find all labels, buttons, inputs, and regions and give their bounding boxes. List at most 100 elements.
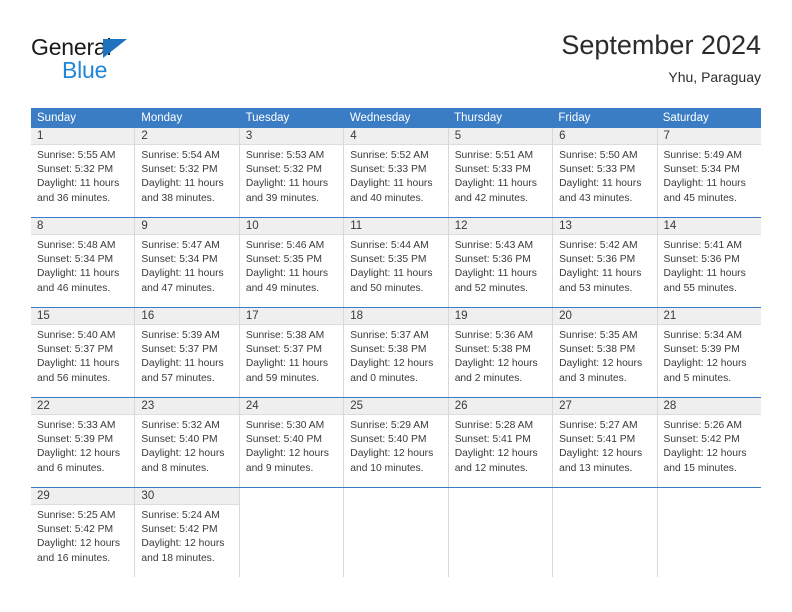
day-details: Sunrise: 5:50 AM Sunset: 5:33 PM Daylight:… xyxy=(553,145,656,206)
calendar-day-cell[interactable]: 29 Sunrise: 5:25 AM Sunset: 5:42 PM Dayligh… xyxy=(31,488,136,577)
day-number: 11 xyxy=(350,220,363,232)
calendar-week-cells: 29 Sunrise: 5:25 AM Sunset: 5:42 PM Dayligh… xyxy=(31,488,761,577)
sunset-text: Sunset: 5:33 PM xyxy=(559,164,636,176)
daylight-text-line2: and 39 minutes. xyxy=(245,192,320,204)
calendar-day-cell[interactable]: 12 Sunrise: 5:43 AM Sunset: 5:36 PM Dayligh… xyxy=(448,218,554,307)
calendar-week-row: 15 Sunrise: 5:40 AM Sunset: 5:37 PM Dayligh… xyxy=(31,307,761,397)
title-block: September 2024 Yhu, Paraguay xyxy=(561,28,761,87)
calendar-day-cell[interactable]: 23 Sunrise: 5:32 AM Sunset: 5:40 PM Dayligh… xyxy=(135,398,240,487)
calendar-day-cell[interactable]: 9 Sunrise: 5:47 AM Sunset: 5:34 PM Daylight… xyxy=(135,218,240,307)
daylight-text-line1: Daylight: 11 hours xyxy=(141,178,224,190)
day-details xyxy=(553,505,656,509)
calendar-day-cell[interactable]: 6 Sunrise: 5:50 AM Sunset: 5:33 PM Daylight… xyxy=(553,128,658,217)
day-number: 17 xyxy=(245,310,259,322)
daylight-text-line2: and 52 minutes. xyxy=(454,282,528,294)
daylight-text-line2: and 2 minutes. xyxy=(454,372,523,384)
logo-triangle-icon xyxy=(103,39,127,58)
calendar-week-cells: 1 Sunrise: 5:55 AM Sunset: 5:32 PM Daylight… xyxy=(31,128,761,217)
day-details xyxy=(240,505,343,509)
calendar-day-cell[interactable]: 13 Sunrise: 5:42 AM Sunset: 5:36 PM Dayligh… xyxy=(553,218,658,307)
day-details: Sunrise: 5:24 AM Sunset: 5:42 PM Daylight:… xyxy=(135,505,238,566)
daylight-text-line2: and 13 minutes. xyxy=(559,462,633,474)
calendar-day-cell[interactable]: 21 Sunrise: 5:34 AM Sunset: 5:39 PM Dayligh… xyxy=(657,308,761,397)
calendar-day-cell[interactable]: 22 Sunrise: 5:33 AM Sunset: 5:39 PM Dayligh… xyxy=(31,398,136,487)
daylight-text-line1: Daylight: 11 hours xyxy=(37,358,120,370)
calendar-day-cell[interactable]: 19 Sunrise: 5:36 AM Sunset: 5:38 PM Dayligh… xyxy=(448,308,554,397)
day-details: Sunrise: 5:29 AM Sunset: 5:40 PM Daylight:… xyxy=(344,415,447,476)
day-number-band: 24 xyxy=(239,398,344,415)
daylight-text-line1: Daylight: 11 hours xyxy=(245,268,329,280)
calendar-day-cell[interactable]: 2 Sunrise: 5:54 AM Sunset: 5:32 PM Daylight… xyxy=(135,128,240,217)
day-details: Sunrise: 5:28 AM Sunset: 5:41 PM Daylight:… xyxy=(449,415,552,476)
daylight-text-line1: Daylight: 12 hours xyxy=(559,358,643,370)
calendar-day-cell[interactable]: 20 Sunrise: 5:35 AM Sunset: 5:38 PM Dayligh… xyxy=(553,308,658,397)
calendar-day-cell[interactable]: 24 Sunrise: 5:30 AM Sunset: 5:40 PM Dayligh… xyxy=(239,398,345,487)
calendar-week-row: 8 Sunrise: 5:48 AM Sunset: 5:34 PM Daylight… xyxy=(31,217,761,307)
day-number: 5 xyxy=(454,130,462,142)
day-number: 6 xyxy=(559,130,566,142)
day-number-band: 26 xyxy=(448,398,553,415)
sunrise-text: Sunrise: 5:46 AM xyxy=(245,240,325,251)
day-details: Sunrise: 5:43 AM Sunset: 5:36 PM Daylight:… xyxy=(449,235,552,296)
day-details: Sunrise: 5:38 AM Sunset: 5:37 PM Daylight:… xyxy=(240,325,343,386)
day-details: Sunrise: 5:33 AM Sunset: 5:39 PM Daylight:… xyxy=(31,415,134,476)
daylight-text-line1: Daylight: 12 hours xyxy=(141,538,225,550)
calendar-day-cell[interactable]: 14 Sunrise: 5:41 AM Sunset: 5:36 PM Dayligh… xyxy=(657,218,761,307)
sunrise-text: Sunrise: 5:47 AM xyxy=(141,240,220,251)
day-number: 13 xyxy=(559,220,572,232)
day-details xyxy=(344,505,447,509)
weekday-header-wednesday: Wednesday xyxy=(349,112,411,124)
calendar-day-cell[interactable]: 7 Sunrise: 5:49 AM Sunset: 5:34 PM Daylight… xyxy=(657,128,761,217)
daylight-text-line1: Daylight: 11 hours xyxy=(37,178,120,190)
calendar-day-cell[interactable]: 1 Sunrise: 5:55 AM Sunset: 5:32 PM Daylight… xyxy=(31,128,136,217)
day-number: 22 xyxy=(37,400,50,412)
calendar-day-cell[interactable]: 25 Sunrise: 5:29 AM Sunset: 5:40 PM Dayligh… xyxy=(344,398,449,487)
day-details: Sunrise: 5:44 AM Sunset: 5:35 PM Daylight:… xyxy=(344,235,447,296)
calendar-day-cell[interactable]: 30 Sunrise: 5:24 AM Sunset: 5:42 PM Dayligh… xyxy=(135,488,240,577)
daylight-text-line2: and 12 minutes. xyxy=(454,462,528,474)
calendar-day-cell[interactable]: 27 Sunrise: 5:27 AM Sunset: 5:41 PM Dayligh… xyxy=(553,398,658,487)
calendar-day-cell[interactable]: 26 Sunrise: 5:28 AM Sunset: 5:41 PM Dayligh… xyxy=(448,398,554,487)
calendar-day-cell[interactable]: 16 Sunrise: 5:39 AM Sunset: 5:37 PM Dayligh… xyxy=(135,308,240,397)
calendar-week-cells: 8 Sunrise: 5:48 AM Sunset: 5:34 PM Daylight… xyxy=(31,218,761,307)
daylight-text-line2: and 6 minutes. xyxy=(37,462,105,474)
calendar-day-cell[interactable]: 17 Sunrise: 5:38 AM Sunset: 5:37 PM Dayligh… xyxy=(239,308,345,397)
daylight-text-line1: Daylight: 12 hours xyxy=(141,448,225,460)
daylight-text-line1: Daylight: 11 hours xyxy=(350,178,433,190)
sunrise-text: Sunrise: 5:48 AM xyxy=(37,240,116,251)
sunrise-text: Sunrise: 5:24 AM xyxy=(141,510,220,521)
sunset-text: Sunset: 5:34 PM xyxy=(141,254,218,266)
calendar-day-cell[interactable]: 15 Sunrise: 5:40 AM Sunset: 5:37 PM Dayligh… xyxy=(31,308,136,397)
day-number-band: 21 xyxy=(657,308,761,325)
day-details: Sunrise: 5:48 AM Sunset: 5:34 PM Daylight:… xyxy=(31,235,134,296)
sunrise-text: Sunrise: 5:37 AM xyxy=(350,330,429,341)
daylight-text-line1: Daylight: 11 hours xyxy=(245,358,329,370)
sunset-text: Sunset: 5:42 PM xyxy=(141,524,218,536)
day-number-band: 28 xyxy=(657,398,761,415)
daylight-text-line1: Daylight: 12 hours xyxy=(663,358,747,370)
day-number-band: 12 xyxy=(448,218,553,235)
daylight-text-line2: and 3 minutes. xyxy=(559,372,627,384)
calendar-day-cell[interactable]: 18 Sunrise: 5:37 AM Sunset: 5:38 PM Dayligh… xyxy=(344,308,449,397)
location-subtitle: Yhu, Paraguay xyxy=(668,69,761,85)
sunset-text: Sunset: 5:39 PM xyxy=(37,434,114,446)
day-number: 2 xyxy=(141,130,148,142)
daylight-text-line2: and 49 minutes. xyxy=(245,282,320,294)
day-number-band: 29 xyxy=(31,488,135,505)
calendar-day-cell[interactable]: 5 Sunrise: 5:51 AM Sunset: 5:33 PM Daylight… xyxy=(448,128,554,217)
day-number-band: 30 xyxy=(135,488,239,505)
day-details: Sunrise: 5:55 AM Sunset: 5:32 PM Daylight:… xyxy=(31,145,134,206)
sunset-text: Sunset: 5:32 PM xyxy=(141,164,218,176)
day-details xyxy=(658,505,761,509)
day-details: Sunrise: 5:32 AM Sunset: 5:40 PM Daylight:… xyxy=(135,415,238,476)
calendar-day-cell[interactable]: 10 Sunrise: 5:46 AM Sunset: 5:35 PM Dayligh… xyxy=(239,218,345,307)
day-details: Sunrise: 5:35 AM Sunset: 5:38 PM Daylight:… xyxy=(553,325,656,386)
day-number-band: 19 xyxy=(448,308,553,325)
calendar-day-cell[interactable]: 11 Sunrise: 5:44 AM Sunset: 5:35 PM Dayligh… xyxy=(344,218,449,307)
sunset-text: Sunset: 5:36 PM xyxy=(454,254,531,266)
calendar-day-cell[interactable]: 8 Sunrise: 5:48 AM Sunset: 5:34 PM Daylight… xyxy=(31,218,136,307)
calendar-day-cell[interactable]: 3 Sunrise: 5:53 AM Sunset: 5:32 PM Daylight… xyxy=(239,128,345,217)
calendar-day-cell[interactable]: 4 Sunrise: 5:52 AM Sunset: 5:33 PM Daylight… xyxy=(344,128,449,217)
sunrise-text: Sunrise: 5:43 AM xyxy=(454,240,534,251)
calendar-day-cell[interactable]: 28 Sunrise: 5:26 AM Sunset: 5:42 PM Dayligh… xyxy=(657,398,761,487)
